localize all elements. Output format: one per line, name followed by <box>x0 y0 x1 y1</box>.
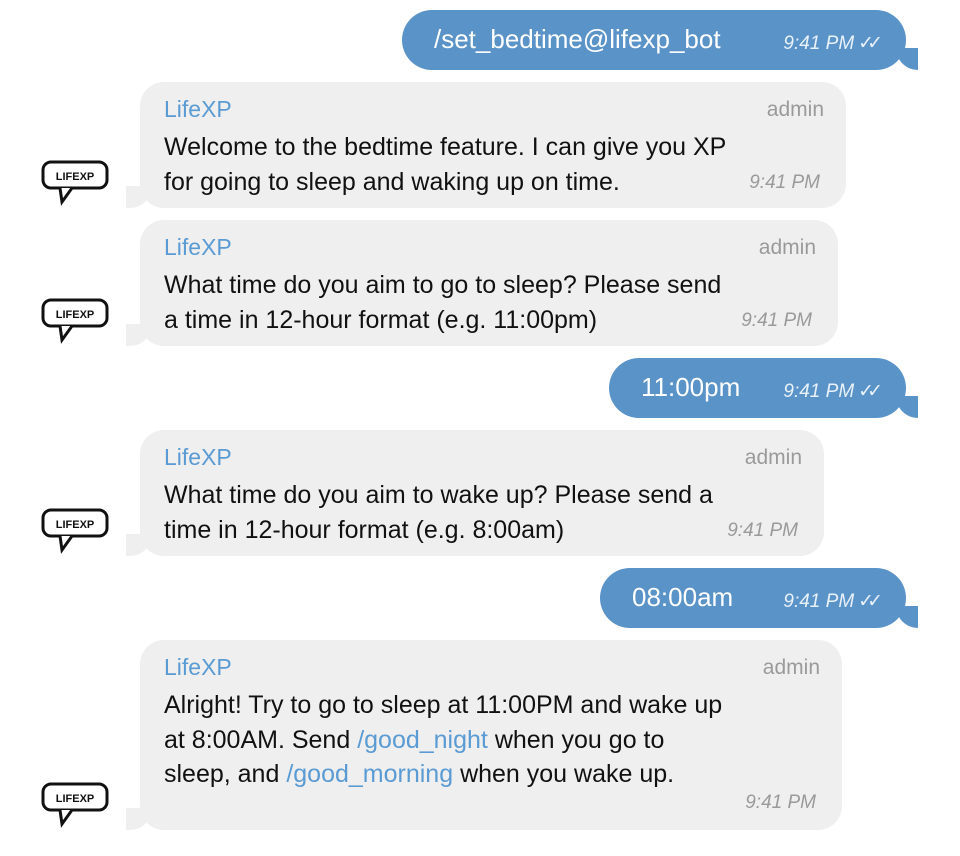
message-text: 11:00pm <box>641 372 741 402</box>
avatar-label: LIFEXP <box>56 793 95 805</box>
double-check-icon: ✓✓ <box>858 33 883 54</box>
message-line: a time in 12-hour format (e.g. 11:00pm) <box>164 305 598 334</box>
message-line: What time do you aim to go to sleep? Ple… <box>164 271 722 299</box>
message-time: 9:41 PM <box>727 520 798 541</box>
incoming-message[interactable]: LifeXP admin What time do you aim to go … <box>140 220 838 346</box>
avatar-label: LIFEXP <box>56 171 95 183</box>
sender-role-badge: admin <box>762 656 820 679</box>
good-night-command-link[interactable]: /good_night <box>357 726 488 754</box>
lifexp-avatar-icon[interactable]: LIFEXP <box>40 158 114 210</box>
incoming-message[interactable]: LifeXP admin Alright! Try to go to sleep… <box>140 640 842 830</box>
avatar-label: LIFEXP <box>56 519 95 531</box>
message-line: Alright! Try to go to sleep at 11:00PM a… <box>164 691 723 719</box>
message-meta: 9:41 PM ✓✓ <box>783 590 883 613</box>
lifexp-avatar-icon[interactable]: LIFEXP <box>40 506 114 558</box>
message-meta: 9:41 PM ✓✓ <box>783 32 883 55</box>
message-line: sleep, and /good_morning when you wake u… <box>164 757 722 792</box>
outgoing-message[interactable]: 08:00am 9:41 PM ✓✓ <box>600 568 906 628</box>
text-span: sleep, and <box>164 760 287 788</box>
text-span: at 8:00AM. Send <box>164 725 358 754</box>
message-line: at 8:00AM. Send /good_night when you go … <box>164 723 722 758</box>
double-check-icon: ✓✓ <box>858 381 883 402</box>
sender-name[interactable]: LifeXP <box>164 234 232 261</box>
outgoing-message[interactable]: 11:00pm 9:41 PM ✓✓ <box>609 358 906 418</box>
message-line: time in 12-hour format (e.g. 8:00am) <box>164 515 565 544</box>
message-line: What time do you aim to wake up? Please … <box>164 481 713 509</box>
sender-name[interactable]: LifeXP <box>164 444 232 471</box>
message-time: 9:41 PM <box>741 310 812 331</box>
message-time: 9:41 PM <box>783 33 855 54</box>
message-text: Alright! Try to go to sleep at 11:00PM a… <box>164 688 722 792</box>
text-span: when you go to <box>487 725 665 754</box>
message-time: 9:41 PM <box>783 591 855 612</box>
incoming-message[interactable]: LifeXP admin What time do you aim to wak… <box>140 430 824 556</box>
avatar-label: LIFEXP <box>56 309 95 321</box>
sender-role-badge: admin <box>766 98 824 121</box>
message-time: 9:41 PM <box>745 792 816 813</box>
message-text: /set_bedtime@lifexp_bot <box>434 24 721 54</box>
text-span: when you wake up. <box>453 760 675 788</box>
lifexp-avatar-icon[interactable]: LIFEXP <box>40 296 114 348</box>
lifexp-avatar-icon[interactable]: LIFEXP <box>40 780 114 832</box>
sender-name[interactable]: LifeXP <box>164 654 232 681</box>
sender-role-badge: admin <box>744 446 802 469</box>
message-text: What time do you aim to go to sleep? Ple… <box>164 268 721 337</box>
outgoing-message[interactable]: /set_bedtime@lifexp_bot 9:41 PM ✓✓ <box>402 10 906 70</box>
incoming-message[interactable]: LifeXP admin Welcome to the bedtime feat… <box>140 82 846 208</box>
good-morning-command-link[interactable]: /good_morning <box>286 760 453 788</box>
sender-name[interactable]: LifeXP <box>164 96 232 123</box>
message-text: What time do you aim to wake up? Please … <box>164 478 713 547</box>
message-meta: 9:41 PM ✓✓ <box>783 380 883 403</box>
message-time: 9:41 PM <box>783 381 855 402</box>
message-line: Welcome to the bedtime feature. I can gi… <box>164 133 727 161</box>
double-check-icon: ✓✓ <box>858 591 883 612</box>
message-line: for going to sleep and waking up on time… <box>164 167 620 196</box>
message-text: Welcome to the bedtime feature. I can gi… <box>164 130 726 199</box>
sender-role-badge: admin <box>758 236 816 259</box>
message-text: 08:00am <box>632 582 734 612</box>
message-time: 9:41 PM <box>749 172 820 193</box>
